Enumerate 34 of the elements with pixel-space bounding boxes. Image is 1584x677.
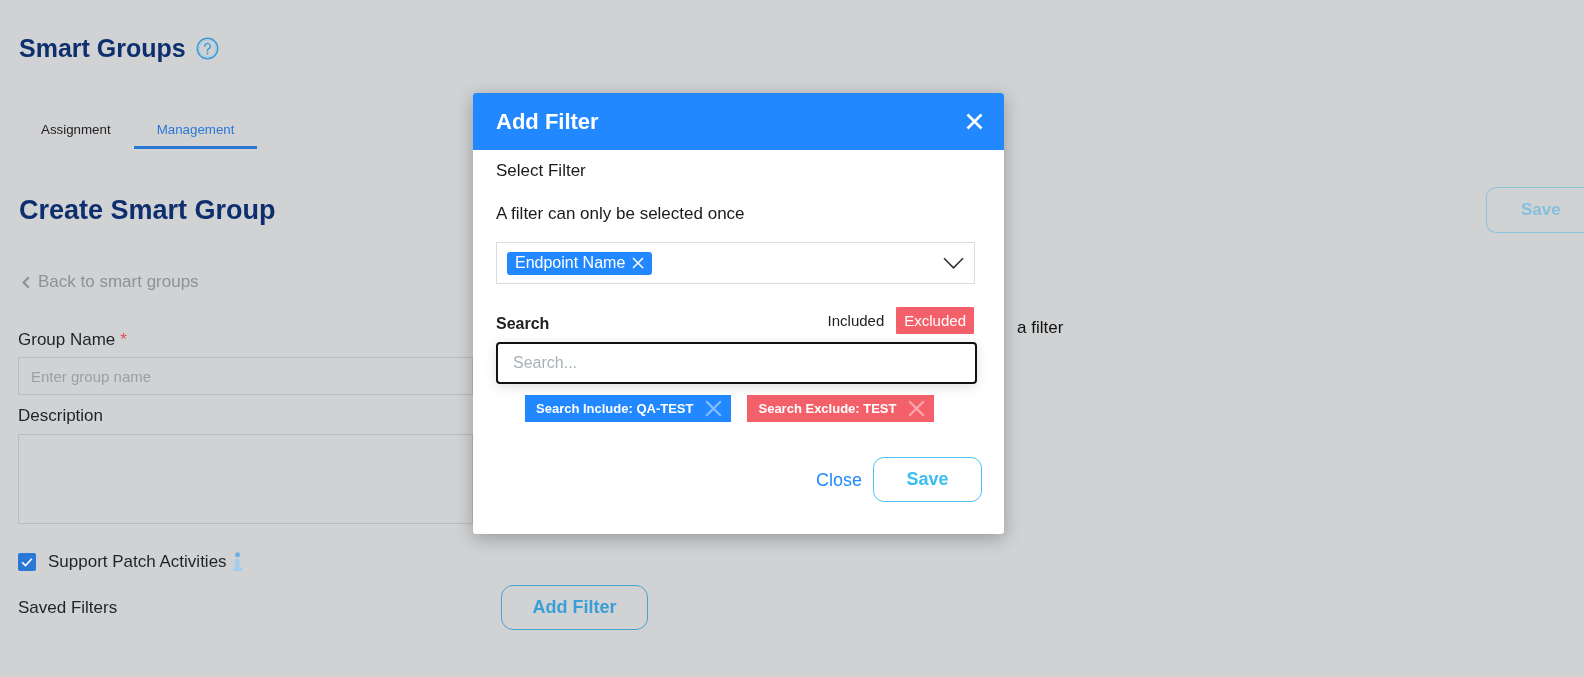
hint-text: A filter can only be selected once <box>496 203 745 225</box>
tab[interactable]: Assignment <box>18 114 134 149</box>
chevron-down-icon <box>943 257 964 269</box>
toggle-option[interactable]: Excluded <box>896 307 974 334</box>
dialog-title: Add Filter <box>496 107 599 136</box>
chevron-left-icon <box>22 275 30 289</box>
page-heading: Create Smart Group <box>19 194 276 227</box>
field-label: Description <box>18 405 104 427</box>
close-link[interactable]: Close <box>815 468 862 491</box>
tab[interactable]: Management <box>133 114 258 149</box>
search-field[interactable]: Search... <box>496 342 977 384</box>
close-icon[interactable] <box>966 113 983 130</box>
toggle-option[interactable]: Included <box>819 307 893 334</box>
add-filter-button[interactable]: Add Filter <box>501 585 648 630</box>
back-link[interactable]: Back to smart groups <box>22 271 199 293</box>
remove-icon[interactable] <box>908 400 926 417</box>
tag-text: Endpoint Name <box>515 254 626 272</box>
remove-icon[interactable] <box>705 400 723 417</box>
required-mark: * <box>120 329 127 351</box>
select-field[interactable]: Endpoint Name <box>496 242 975 284</box>
checkbox-label: Support Patch Activities <box>48 551 227 573</box>
description-field[interactable] <box>18 434 473 524</box>
info-icon[interactable] <box>231 552 243 572</box>
field-label: Select Filter <box>496 160 586 182</box>
tag-text: Search Include: QA-TEST <box>536 401 694 416</box>
field-label: Group Name <box>18 329 116 351</box>
section-label: Saved Filters <box>18 596 118 619</box>
help-icon[interactable] <box>195 36 219 60</box>
checkbox[interactable] <box>18 553 36 571</box>
page-title: Smart Groups <box>19 33 186 64</box>
save-button[interactable]: Save <box>873 457 982 502</box>
message-text: a filter <box>1017 317 1064 339</box>
tag-text: Search Exclude: TEST <box>758 401 897 416</box>
field-label: Search <box>496 314 550 334</box>
